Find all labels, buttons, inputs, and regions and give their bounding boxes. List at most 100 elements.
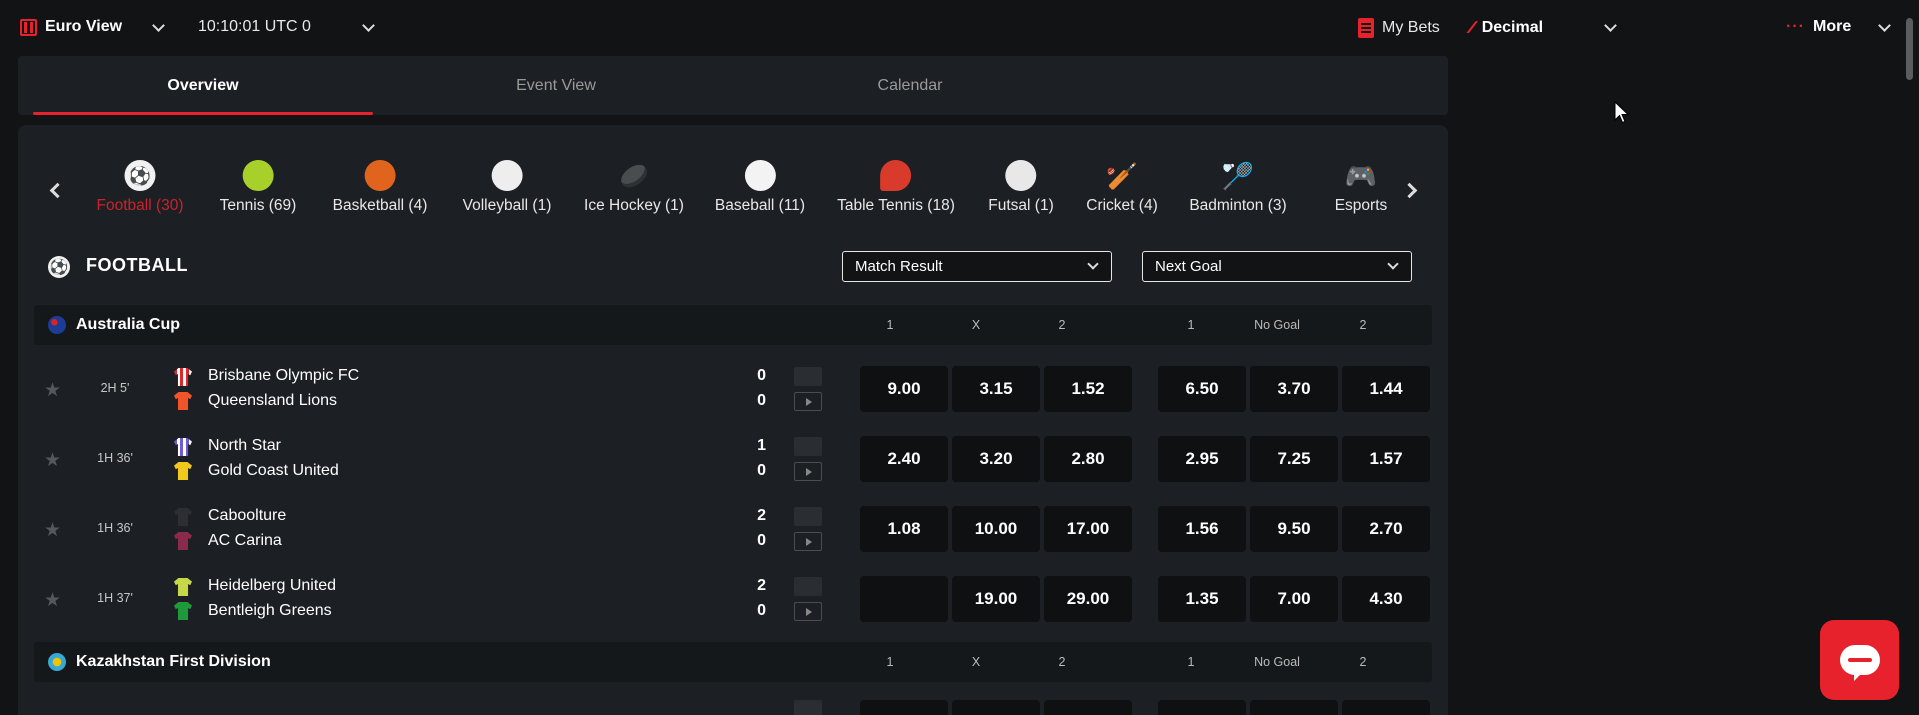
odds-button[interactable]: 3.70	[1250, 366, 1338, 412]
play-video-icon[interactable]	[794, 462, 822, 481]
odds-button[interactable]: 9.00	[860, 366, 948, 412]
home-team[interactable]: Brisbane Olympic FC	[208, 367, 359, 385]
market-header: No Goal	[1254, 655, 1300, 669]
my-bets-button[interactable]: My Bets	[1358, 18, 1440, 38]
sport-item-futsal[interactable]: Futsal (1)	[988, 160, 1054, 215]
favorite-star-icon[interactable]: ★	[44, 521, 61, 540]
mouse-cursor-icon	[1614, 101, 1630, 124]
odds-button[interactable]: 9.50	[1250, 506, 1338, 552]
sport-item-baseball[interactable]: Baseball (11)	[715, 160, 805, 215]
odds-button[interactable]: 1.52	[1044, 366, 1132, 412]
favorite-star-icon[interactable]: ★	[44, 381, 61, 400]
odds-button[interactable]: 1.08	[860, 506, 948, 552]
sport-item-badminton[interactable]: 🏸 Badminton (3)	[1189, 160, 1286, 215]
australia-flag-icon	[48, 316, 66, 334]
odds-button[interactable]	[1044, 700, 1132, 715]
odds-button[interactable]: 6.50	[1158, 366, 1246, 412]
carousel-next-icon[interactable]	[1401, 182, 1418, 199]
odds-button[interactable]: 7.25	[1250, 436, 1338, 482]
play-video-icon[interactable]	[794, 532, 822, 551]
live-chat-button[interactable]	[1820, 620, 1899, 700]
play-video-icon[interactable]	[794, 392, 822, 411]
away-team[interactable]: Queensland Lions	[208, 392, 337, 410]
sport-item-ice-hockey[interactable]: Ice Hockey (1)	[584, 160, 684, 215]
odds-format-icon: ∕∕	[1470, 18, 1473, 37]
odds-button[interactable]: 3.20	[952, 436, 1040, 482]
odds-button[interactable]: 10.00	[952, 506, 1040, 552]
sport-item-cricket[interactable]: 🏏 Cricket (4)	[1086, 160, 1157, 215]
league-header-kazakhstan-first-division[interactable]: Kazakhstan First Division 1 X 2 1 No Goa…	[34, 642, 1432, 682]
odds-button[interactable]: 2.70	[1342, 506, 1430, 552]
sport-item-label: Baseball (11)	[714, 197, 806, 214]
league-name: Kazakhstan First Division	[76, 653, 271, 670]
odds-button[interactable]: 1.35	[1158, 576, 1246, 622]
odds-button[interactable]	[1342, 700, 1430, 715]
odds-button-suspended[interactable]	[860, 576, 948, 622]
odds-button[interactable]: 1.56	[1158, 506, 1246, 552]
tab-event-view-label: Event View	[516, 76, 596, 94]
away-team[interactable]: Bentleigh Greens	[208, 602, 332, 620]
market-select-next-goal[interactable]: Next Goal	[1142, 251, 1412, 282]
market-header: X	[971, 655, 981, 669]
away-shirt-icon	[174, 462, 192, 480]
play-video-icon[interactable]	[794, 602, 822, 621]
view-selector[interactable]: Euro View	[20, 18, 165, 36]
home-team[interactable]: Caboolture	[208, 507, 286, 525]
scrollbar-thumb[interactable]	[1906, 18, 1913, 80]
sport-item-football[interactable]: ⚽ Football (30)	[96, 160, 184, 215]
odds-format-selector[interactable]: ∕∕ Decimal	[1470, 18, 1617, 38]
page-scrollbar[interactable]	[1900, 0, 1919, 715]
odds-button[interactable]: 2.95	[1158, 436, 1246, 482]
odds-button[interactable]: 2.40	[860, 436, 948, 482]
odds-button[interactable]	[952, 700, 1040, 715]
favorite-star-icon[interactable]: ★	[44, 591, 61, 610]
tab-calendar[interactable]: Calendar	[740, 56, 1080, 115]
odds-button[interactable]: 29.00	[1044, 576, 1132, 622]
table-row: ★ 2H 5' Brisbane Olympic FC Queensland L…	[34, 361, 1432, 417]
odds-button[interactable]: 4.30	[1342, 576, 1430, 622]
away-score: 0	[757, 532, 766, 549]
home-team[interactable]: Heidelberg United	[208, 577, 336, 595]
away-team[interactable]: AC Carina	[208, 532, 282, 550]
away-team[interactable]: Gold Coast United	[208, 462, 339, 480]
home-team[interactable]: North Star	[208, 437, 281, 455]
chevron-down-icon	[362, 19, 375, 32]
sport-item-table-tennis[interactable]: Table Tennis (18)	[837, 160, 955, 215]
sport-item-label: Table Tennis (18)	[837, 197, 955, 214]
odds-button[interactable]: 17.00	[1044, 506, 1132, 552]
sport-item-basketball[interactable]: Basketball (4)	[333, 160, 427, 215]
tab-overview[interactable]: Overview	[33, 56, 373, 115]
sport-item-label: Cricket (4)	[1086, 197, 1158, 214]
favorite-star-icon[interactable]: ★	[44, 451, 61, 470]
home-shirt-icon	[174, 578, 192, 596]
odds-button[interactable]: 1.44	[1342, 366, 1430, 412]
market-select-match-result[interactable]: Match Result	[842, 251, 1112, 282]
odds-button[interactable]: 7.00	[1250, 576, 1338, 622]
home-shirt-icon	[174, 508, 192, 526]
esports-icon: 🎮	[1344, 160, 1378, 191]
euro-view-icon	[20, 18, 37, 36]
sport-item-tennis[interactable]: Tennis (69)	[220, 160, 296, 215]
table-row: ★ 1H 37' Heidelberg United Bentleigh Gre…	[34, 571, 1432, 627]
time-selector[interactable]: 10:10:01 UTC 0	[198, 18, 375, 36]
more-menu-button[interactable]: ··· More	[1786, 18, 1891, 36]
stats-box	[794, 577, 822, 596]
carousel-prev-icon[interactable]	[49, 182, 66, 199]
tab-event-view[interactable]: Event View	[386, 56, 726, 115]
odds-button[interactable]: 19.00	[952, 576, 1040, 622]
sport-item-label: Esports	[1334, 197, 1388, 214]
stats-box	[794, 507, 822, 526]
chevron-down-icon	[1087, 258, 1099, 270]
odds-button[interactable]: 1.57	[1342, 436, 1430, 482]
odds-button[interactable]	[860, 700, 948, 715]
match-time: 2H 5'	[100, 381, 130, 395]
odds-button[interactable]: 2.80	[1044, 436, 1132, 482]
league-header-australia-cup[interactable]: Australia Cup 1 X 2 1 No Goal 2	[34, 305, 1432, 345]
football-icon: ⚽	[48, 256, 70, 278]
odds-button[interactable]	[1250, 700, 1338, 715]
sport-item-esports[interactable]: 🎮 Esports	[1335, 160, 1388, 215]
odds-button[interactable]: 3.15	[952, 366, 1040, 412]
sport-item-volleyball[interactable]: Volleyball (1)	[463, 160, 551, 215]
market-header: 2	[1058, 655, 1066, 669]
odds-button[interactable]	[1158, 700, 1246, 715]
